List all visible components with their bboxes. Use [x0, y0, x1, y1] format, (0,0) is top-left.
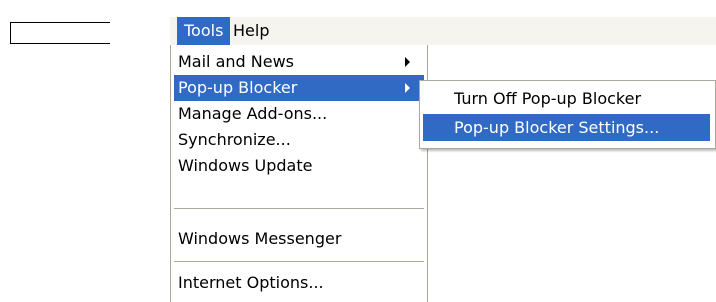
- menu-item-mail-and-news[interactable]: Mail and News: [174, 49, 424, 75]
- tools-dropdown-menu: Mail and News Pop-up Blocker Manage Add-…: [170, 45, 428, 302]
- menu-tools[interactable]: Tools: [177, 17, 231, 45]
- menu-item-label: Manage Add-ons...: [178, 104, 328, 123]
- popup-blocker-submenu: Turn Off Pop-up Blocker Pop-up Blocker S…: [419, 80, 716, 149]
- menu-item-label: Pop-up Blocker: [178, 78, 298, 97]
- menu-item-windows-update[interactable]: Windows Update: [174, 153, 424, 179]
- menu-item-internet-options[interactable]: Internet Options...: [174, 270, 424, 296]
- menu-item-label: Mail and News: [178, 52, 295, 71]
- menu-item-label: Windows Update: [178, 156, 313, 175]
- screen: Tools Help Mail and News Pop-up Blocker …: [0, 0, 716, 302]
- submenu-item-turn-off-popup-blocker[interactable]: Turn Off Pop-up Blocker: [423, 85, 710, 112]
- menu-help[interactable]: Help: [226, 17, 276, 45]
- menu-item-popup-blocker[interactable]: Pop-up Blocker: [174, 75, 424, 101]
- menu-item-label: Windows Messenger: [178, 229, 342, 248]
- submenu-item-label: Turn Off Pop-up Blocker: [454, 89, 642, 108]
- menu-item-label: Synchronize...: [178, 130, 291, 149]
- submenu-arrow-icon: [405, 57, 410, 67]
- menu-separator: [174, 261, 424, 262]
- menu-help-label: Help: [233, 21, 270, 40]
- submenu-item-popup-blocker-settings[interactable]: Pop-up Blocker Settings...: [423, 114, 710, 141]
- submenu-arrow-icon: [405, 83, 410, 93]
- menu-tools-label: Tools: [184, 21, 224, 40]
- menu-item-label: Internet Options...: [178, 273, 324, 292]
- menu-bar: Tools Help: [170, 17, 716, 45]
- text-field-fragment[interactable]: [10, 22, 110, 44]
- submenu-item-label: Pop-up Blocker Settings...: [454, 118, 660, 137]
- menu-item-manage-add-ons[interactable]: Manage Add-ons...: [174, 101, 424, 127]
- menu-item-windows-messenger[interactable]: Windows Messenger: [174, 226, 424, 252]
- menu-item-synchronize[interactable]: Synchronize...: [174, 127, 424, 153]
- menu-separator: [174, 208, 424, 209]
